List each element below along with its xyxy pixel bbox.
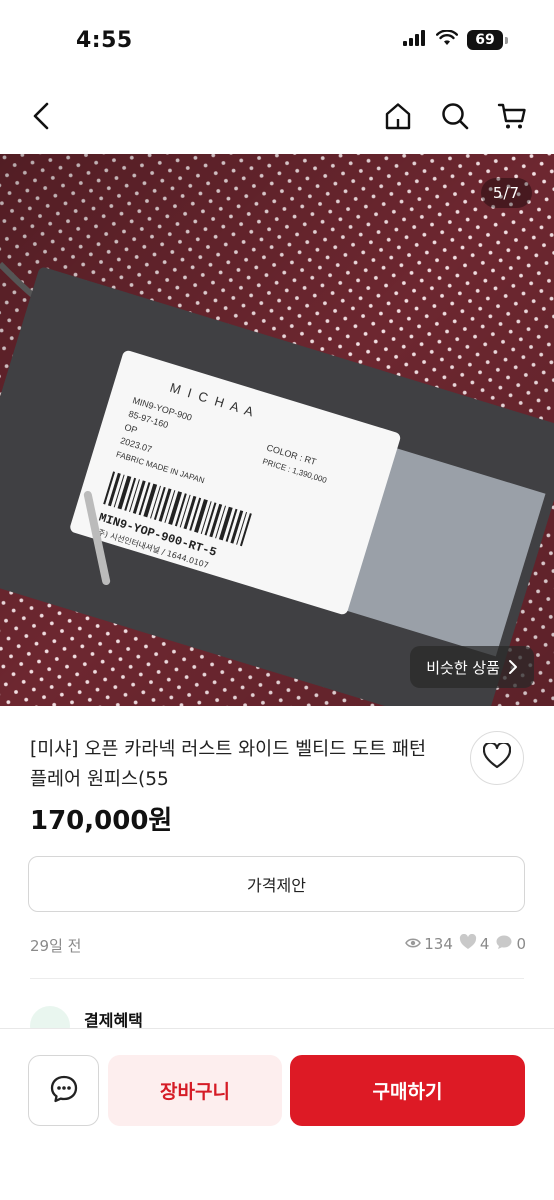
favorite-button[interactable] (470, 731, 524, 785)
status-time: 4:55 (76, 28, 133, 53)
product-price: 170,000원 (30, 806, 173, 836)
cart-icon (497, 101, 527, 135)
status-icons: 69 (403, 29, 508, 50)
chat-small-icon (495, 934, 513, 954)
chats-stat: 0 (495, 934, 526, 954)
home-icon (383, 101, 413, 135)
chevron-left-icon (30, 101, 54, 135)
chats-count: 0 (516, 935, 526, 953)
likes-count: 4 (479, 935, 490, 953)
heart-small-icon (459, 933, 477, 954)
add-to-cart-button[interactable]: 장바구니 (108, 1055, 282, 1126)
price-offer-button[interactable]: 가격제안 (28, 856, 525, 912)
top-nav (0, 84, 554, 154)
likes-stat: 4 (459, 933, 490, 954)
posted-time: 29일 전 (30, 937, 82, 955)
product-title: [미샤] 오픈 카라넥 러스트 와이드 벨티드 도트 패턴 플레어 원피스(55 (30, 739, 427, 790)
image-counter: 5/7 (480, 178, 532, 208)
wifi-icon (436, 29, 458, 50)
signal-icon (403, 30, 427, 50)
search-icon (440, 101, 470, 135)
buy-now-button[interactable]: 구매하기 (290, 1055, 525, 1126)
search-button[interactable] (435, 98, 475, 138)
cart-button[interactable] (492, 98, 532, 138)
home-button[interactable] (378, 98, 418, 138)
views-count: 134 (424, 935, 453, 953)
views-stat: 134 (405, 935, 453, 953)
battery-icon: 69 (467, 30, 508, 50)
bottom-action-bar: 장바구니 구매하기 (0, 1028, 554, 1200)
product-stats: 134 4 0 (405, 933, 526, 954)
divider (30, 978, 524, 979)
eye-icon (405, 935, 422, 953)
chevron-right-icon (508, 659, 518, 675)
chat-button[interactable] (28, 1055, 99, 1126)
similar-products-button[interactable]: 비슷한 상품 (410, 646, 534, 688)
heart-icon (482, 741, 512, 773)
back-button[interactable] (22, 98, 62, 138)
product-photo: M I C H A A MIN9-YOP-900 85-97-160 OP 20… (0, 154, 554, 706)
battery-level: 69 (467, 30, 503, 50)
product-image-gallery[interactable]: M I C H A A MIN9-YOP-900 85-97-160 OP 20… (0, 154, 554, 706)
chat-bubble-icon (49, 1074, 79, 1108)
status-bar: 4:55 69 (0, 0, 554, 84)
similar-products-label: 비슷한 상품 (426, 658, 500, 677)
